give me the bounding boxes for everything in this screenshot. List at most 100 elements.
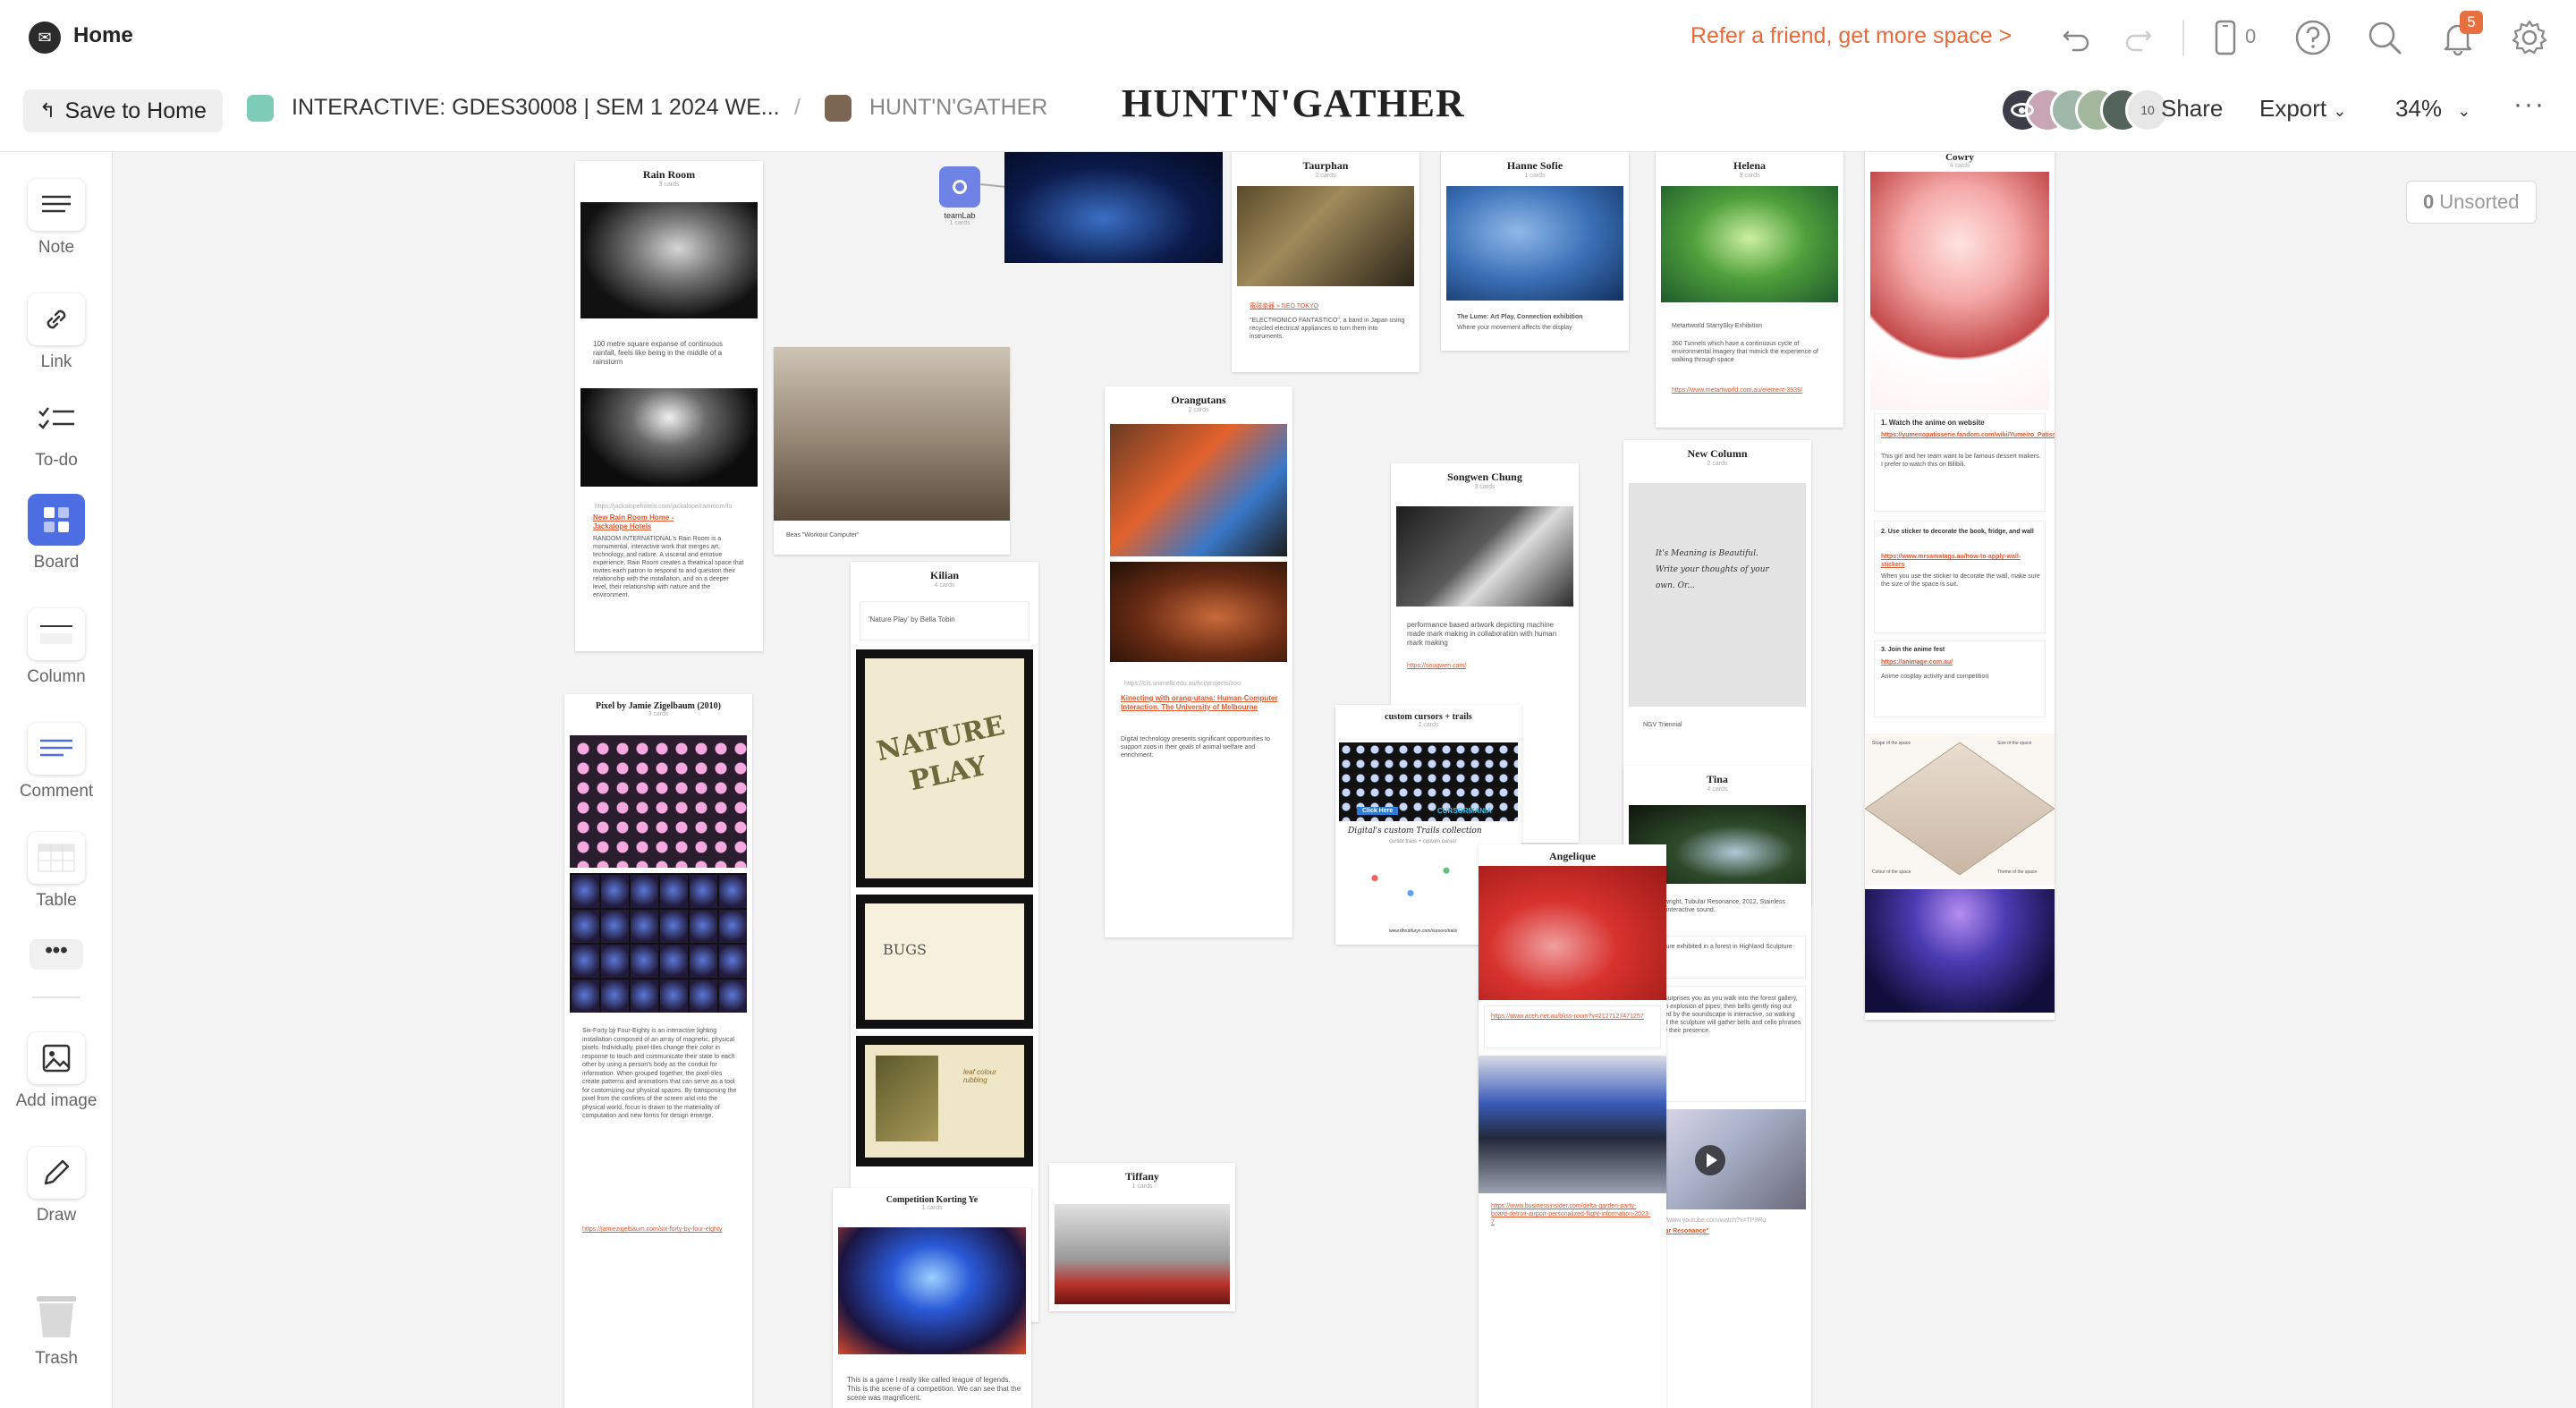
teamlab-board-card[interactable]: teamLab 1 cards xyxy=(933,166,987,247)
board-card-subtitle: 1 cards xyxy=(949,220,970,226)
link-url[interactable]: https://www.mrsamstags.au/how-to-apply-w… xyxy=(1881,553,2042,569)
collaborator-avatars[interactable]: 10 xyxy=(2000,88,2170,132)
link-url[interactable]: https://www.metartworld.com.au/element-3… xyxy=(1672,386,1829,395)
link-title[interactable]: Kinecting with orang-utans: Human-Comput… xyxy=(1121,694,1278,712)
diagram-label: Colour of the space xyxy=(1872,869,1911,875)
column-subtitle: 2 cards xyxy=(1707,461,1728,467)
tool-table[interactable]: Table xyxy=(0,832,113,911)
todo-icon xyxy=(28,392,85,444)
column-rain-room[interactable]: Rain Room 3 cards 100 metre square expan… xyxy=(575,161,763,651)
link-url[interactable]: https://www.aceh.net.au/bliss-room?v=212… xyxy=(1491,1013,1648,1022)
note-text: 100 metre square expanse of continuous r… xyxy=(593,340,723,366)
workout-computer-photo xyxy=(774,347,1010,521)
tool-todo[interactable]: To-do xyxy=(0,392,113,471)
tool-note[interactable]: Note xyxy=(0,179,113,258)
link-title[interactable]: 電磁楽器 » NEO TOKYO xyxy=(1250,302,1402,311)
column-angelique[interactable]: Angelique https://www.aceh.net.au/bliss-… xyxy=(1479,844,1666,1408)
breadcrumb-swatch-icon xyxy=(247,95,274,122)
column-hanne-sofie[interactable]: Hanne Sofie 1 cards The Lume: Art Play, … xyxy=(1441,152,1629,351)
column-subtitle: 2 cards xyxy=(1315,173,1336,179)
board-canvas[interactable]: 0 Unsorted teamLab 1 cards Rain Room 3 ca… xyxy=(114,152,2576,1408)
board-title[interactable]: HUNT'N'GATHER xyxy=(1122,81,1465,126)
tool-add-image[interactable]: Add image xyxy=(0,1032,113,1111)
note-text: Metartworld StarrySky Exhibition xyxy=(1672,323,1763,329)
click-here-badge: Click Here xyxy=(1357,807,1399,815)
todo-step: 1. Watch the anime on website xyxy=(1881,419,1985,427)
help-icon[interactable] xyxy=(2293,18,2333,57)
tool-comment[interactable]: Comment xyxy=(0,723,113,802)
board-toolbar: ↰ Save to Home INTERACTIVE: GDES30008 | … xyxy=(0,75,2576,152)
link-url: https://jackalopehotels.com/jackalope/ra… xyxy=(595,504,733,510)
share-button[interactable]: Share xyxy=(2161,95,2223,123)
tool-column[interactable]: Column xyxy=(0,608,113,687)
column-title: Pixel by Jamie Zigelbaum (2010) xyxy=(596,701,721,711)
tool-trash[interactable]: Trash xyxy=(0,1290,113,1369)
gear-icon[interactable] xyxy=(2510,18,2549,57)
tool-label: Column xyxy=(27,667,86,686)
leaf-page-photo: leaf colour rubbing xyxy=(856,1036,1033,1166)
more-options-icon[interactable]: ··· xyxy=(2513,89,2546,120)
column-competition[interactable]: Competition Korting Ye 1 cards This is a… xyxy=(833,1188,1031,1408)
left-toolbar: Note Link To-do Board Column Comment Tab… xyxy=(0,152,113,1408)
unsorted-button[interactable]: 0 Unsorted xyxy=(2406,181,2537,224)
zoom-select[interactable]: 34% ⌄ xyxy=(2395,95,2470,123)
notification-badge: 5 xyxy=(2460,11,2483,34)
tool-label: To-do xyxy=(35,451,78,470)
breadcrumb-separator: / xyxy=(794,95,801,120)
helena-photo xyxy=(1661,186,1838,302)
column-tiffany[interactable]: Tiffany 1 cards xyxy=(1049,1163,1235,1311)
refer-friend-link[interactable]: Refer a friend, get more space > xyxy=(1690,23,2012,49)
breadcrumb-parent[interactable]: INTERACTIVE: GDES30008 | SEM 1 2024 WE..… xyxy=(292,95,780,121)
zoom-label: 34% xyxy=(2395,95,2443,122)
column-pixel[interactable]: Pixel by Jamie Zigelbaum (2010) 3 cards … xyxy=(564,694,752,1408)
tool-board[interactable]: Board xyxy=(0,494,113,573)
column-orangutans[interactable]: Orangutans 2 cards https://cis.unimelb.e… xyxy=(1105,386,1292,937)
nature-play-book-photo: NATURE PLAY xyxy=(856,649,1033,887)
cursormania-logo: CURSORMANIA xyxy=(1437,807,1492,815)
competition-stage-photo xyxy=(838,1227,1026,1354)
save-to-home-button[interactable]: ↰ Save to Home xyxy=(23,89,223,132)
home-link[interactable]: Home xyxy=(73,23,133,48)
export-button[interactable]: Export ⌄ xyxy=(2259,95,2346,123)
note-text: This girl and her team want to be famous… xyxy=(1881,454,2041,468)
tool-label: Draw xyxy=(36,1206,77,1225)
column-title: Hanne Sofie xyxy=(1506,159,1563,172)
note-text: Where your movement affects the display xyxy=(1457,325,1572,331)
home-logo-icon[interactable]: ✉ xyxy=(29,21,61,54)
link-url[interactable]: https://www.businessinsider.com/delta-ga… xyxy=(1491,1202,1652,1226)
device-icon[interactable] xyxy=(2206,18,2245,57)
column-title: Tina xyxy=(1707,773,1728,785)
column-helena[interactable]: Helena 3 cards Metartworld StarrySky Exh… xyxy=(1656,152,1843,428)
note-text: This is a game I really like called leag… xyxy=(847,1376,1021,1402)
board-icon xyxy=(939,166,980,208)
breadcrumb-current[interactable]: HUNT'N'GATHER xyxy=(869,95,1047,121)
tool-draw[interactable]: Draw xyxy=(0,1147,113,1226)
tool-link[interactable]: Link xyxy=(0,293,113,372)
undo-icon[interactable] xyxy=(2057,18,2097,57)
search-icon[interactable] xyxy=(2365,18,2404,57)
link-url[interactable]: https://animage.com.au/ xyxy=(1881,658,2042,667)
arrow-up-left-icon: ↰ xyxy=(39,99,56,122)
link-url[interactable]: https://sougwen.com/ xyxy=(1407,662,1564,671)
column-taurphan[interactable]: Taurphan 2 cards 電磁楽器 » NEO TOKYO "ELECT… xyxy=(1232,152,1419,372)
note-text: Work surprises you as you walk into the … xyxy=(1648,996,1801,1034)
board-card-title: teamLab xyxy=(944,211,976,220)
link-url[interactable]: https://jamiezigelbaum.com/six-forty-by-… xyxy=(582,1226,740,1234)
link-title[interactable]: New Rain Room Home - Jackalope Hotels xyxy=(593,513,700,531)
play-icon[interactable] xyxy=(1695,1145,1725,1175)
image-caption: Beas "Workout Computer" xyxy=(786,532,860,539)
redo-icon[interactable] xyxy=(2118,18,2157,57)
image-icon xyxy=(28,1032,85,1084)
link-description: Digital technology presents significant … xyxy=(1121,736,1270,759)
link-title[interactable]: Tubular Resonance" xyxy=(1648,1227,1802,1236)
pixel-tiles-photo xyxy=(570,735,747,868)
column-subtitle: 4 cards xyxy=(1707,786,1728,793)
image-card-workout-computer[interactable]: Beas "Workout Computer" xyxy=(774,347,1010,555)
column-cowry[interactable]: Cowry 4 cards 1. Watch the anime on webs… xyxy=(1865,152,2055,1020)
link-url[interactable]: https://yumenopatisserie.fandom.com/wiki… xyxy=(1881,431,2055,439)
image-caption: NGV Triennial xyxy=(1643,722,1682,728)
hanne-sofie-photo xyxy=(1446,186,1623,301)
more-tools-button[interactable]: ••• xyxy=(0,939,113,970)
collection-title: Digital's custom Trails collection xyxy=(1348,827,1482,835)
column-title: custom cursors + trails xyxy=(1385,712,1472,722)
